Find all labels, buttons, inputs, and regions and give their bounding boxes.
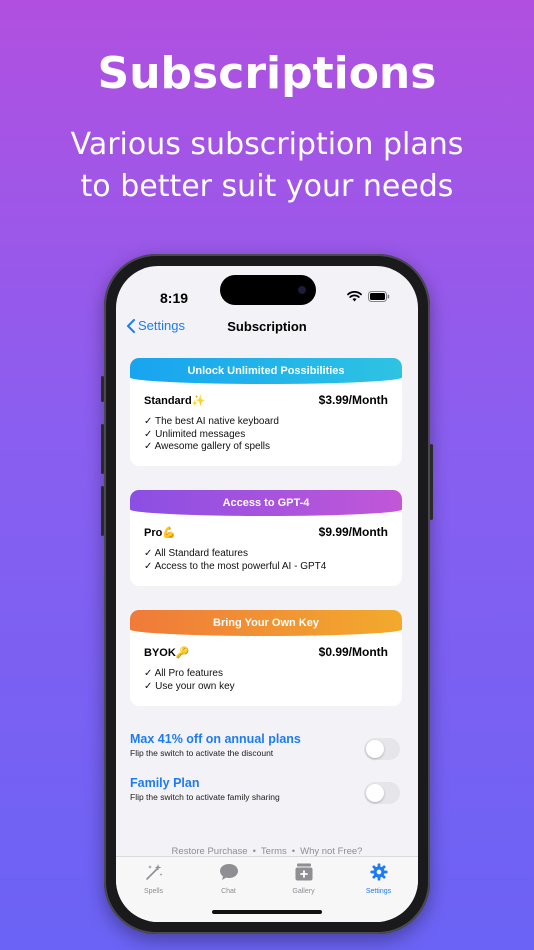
plan-feature: ✓ Access to the most powerful AI - GPT4 [144,560,327,572]
tab-label: Settings [365,888,392,895]
power-button [430,444,433,520]
action-button [101,376,104,402]
phone-screen: 8:19 Settings Subscription Unlock Unlimi… [116,266,418,922]
dynamic-island [220,275,316,305]
subline-line-1: Various subscription plans [70,127,464,162]
volume-up-button [101,424,104,474]
wifi-icon [347,291,362,302]
plan-price-period: /Month [348,645,388,659]
tab-spells[interactable]: Spells [116,863,191,895]
plan-banner: Bring Your Own Key [130,610,402,636]
plan-name: BYOK🔑 [144,646,190,659]
annual-discount-subtitle: Flip the switch to activate the discount [130,748,274,758]
gallery-box-icon [295,863,312,881]
plan-banner-text: Access to GPT-4 [222,497,310,509]
annual-discount-title: Max 41% off on annual plans [130,732,301,746]
annual-discount-switch[interactable] [364,738,400,760]
plan-name: Standard✨ [144,394,206,407]
plan-price-amount: $0.99 [318,645,349,659]
plan-banner: Unlock Unlimited Possibilities [130,358,402,384]
plan-price-amount: $9.99 [318,525,349,539]
camera-icon [298,286,306,294]
headline: Subscriptions [97,48,437,99]
plan-feature: ✓ Use your own key [144,680,235,692]
plan-banner: Access to GPT-4 [130,490,402,516]
volume-down-button [101,486,104,536]
battery-icon [368,291,390,302]
sparkles-icon [145,864,162,880]
status-icons [347,291,390,302]
plan-card-standard[interactable]: Unlock Unlimited Possibilities Standard✨… [130,358,402,466]
plan-banner-text: Unlock Unlimited Possibilities [187,365,345,377]
plan-price: $3.99/Month [319,393,388,407]
family-plan-title: Family Plan [130,776,200,790]
plan-price-amount: $3.99 [318,393,349,407]
subline: Various subscription plans to better sui… [0,124,534,208]
status-time: 8:19 [160,290,189,306]
tab-label: Gallery [292,888,315,895]
family-plan-switch[interactable] [364,782,400,804]
plan-price: $0.99/Month [319,645,388,659]
tab-gallery[interactable]: Gallery [266,863,341,895]
family-plan-row: Family Plan Flip the switch to activate … [130,776,402,808]
family-plan-subtitle: Flip the switch to activate family shari… [130,792,280,802]
annual-discount-row: Max 41% off on annual plans Flip the swi… [130,732,402,764]
plan-name: Pro💪 [144,526,177,539]
tab-settings[interactable]: Settings [341,863,416,895]
plan-price-period: /Month [348,393,388,407]
plan-price-period: /Month [348,525,388,539]
phone-frame: 8:19 Settings Subscription Unlock Unlimi… [101,254,433,934]
plan-banner-text: Bring Your Own Key [213,617,319,629]
page-title: Subscription [227,319,307,334]
chat-bubble-icon [219,864,238,880]
plan-price: $9.99/Month [319,525,388,539]
tab-chat[interactable]: Chat [191,863,266,895]
home-indicator [212,910,322,914]
plan-card-pro[interactable]: Access to GPT-4 Pro💪 $9.99/Month ✓ All S… [130,490,402,586]
plan-feature: ✓ All Standard features [144,548,248,559]
plan-feature: ✓ Awesome gallery of spells [144,441,271,452]
plan-feature: ✓ The best AI native keyboard [144,416,279,427]
tab-label: Chat [221,888,236,895]
plan-feature: ✓ All Pro features [144,668,223,679]
subline-line-2: to better suit your needs [80,169,454,204]
switch-knob [366,740,384,758]
tab-label: Spells [143,888,164,895]
tab-bar: Spells Chat Gallery Settings [116,856,418,922]
plan-feature: ✓ Unlimited messages [144,428,246,440]
switch-knob [366,784,384,802]
gear-icon [369,863,388,881]
plan-card-byok[interactable]: Bring Your Own Key BYOK🔑 $0.99/Month ✓ A… [130,610,402,706]
